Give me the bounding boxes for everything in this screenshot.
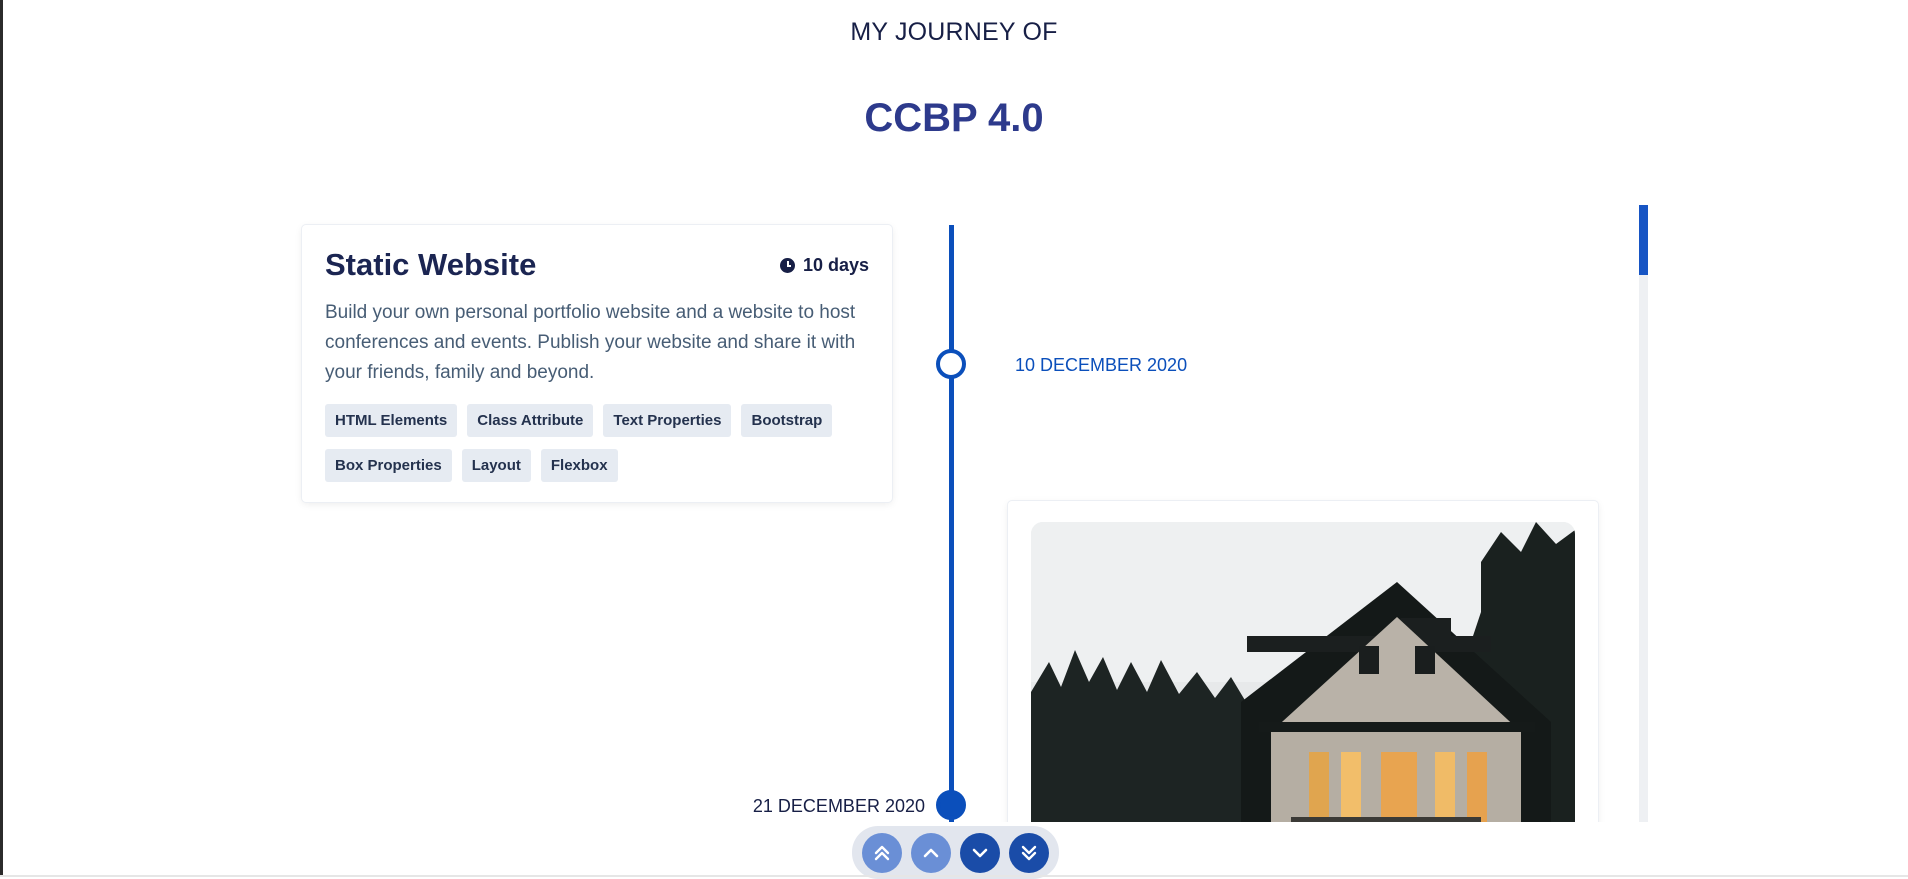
- scroll-top-button[interactable]: [862, 832, 903, 873]
- timeline-date: 21 DECEMBER 2020: [752, 796, 925, 816]
- course-card: Static Website 10 days Build your own pe…: [302, 225, 892, 502]
- chevron-down-icon: [972, 848, 988, 857]
- double-chevron-down-icon: [1021, 845, 1036, 860]
- double-chevron-up-icon: [875, 845, 890, 860]
- timeline-marker-open: [936, 349, 966, 379]
- scroll-controls: [852, 826, 1059, 879]
- tag: Text Properties: [603, 404, 732, 437]
- tag: Layout: [461, 449, 531, 482]
- tag-list: HTML Elements Class Attribute Text Prope…: [325, 404, 875, 482]
- scroll-bottom-button[interactable]: [1008, 832, 1049, 873]
- duration-label: 10 days: [802, 255, 869, 275]
- scroll-down-button[interactable]: [959, 832, 1000, 873]
- page-title: CCBP 4.0: [864, 96, 1044, 140]
- course-title: Static Website: [325, 247, 537, 282]
- timeline-line: [949, 225, 954, 822]
- page-subtitle: MY JOURNEY OF: [850, 18, 1058, 46]
- timeline-marker-filled: [936, 790, 966, 820]
- scrollbar-thumb[interactable]: [1639, 205, 1648, 275]
- scroll-up-button[interactable]: [911, 832, 952, 873]
- tag: Flexbox: [540, 449, 618, 482]
- chevron-up-icon: [923, 848, 939, 857]
- course-duration: 10 days: [779, 255, 869, 276]
- house-photo: [1031, 522, 1575, 822]
- scrollbar[interactable]: [1639, 205, 1648, 822]
- course-description: Build your own personal portfolio websit…: [325, 302, 856, 383]
- timeline-viewport[interactable]: 10 DECEMBER 2020 21 DECEMBER 2020 Static…: [295, 205, 1645, 822]
- image-card: [1008, 501, 1598, 822]
- tag: HTML Elements: [325, 404, 458, 437]
- tag: Class Attribute: [467, 404, 594, 437]
- tag: Box Properties: [325, 449, 452, 482]
- timeline-date: 10 DECEMBER 2020: [1015, 355, 1188, 375]
- tag: Bootstrap: [741, 404, 833, 437]
- clock-icon: [779, 258, 795, 273]
